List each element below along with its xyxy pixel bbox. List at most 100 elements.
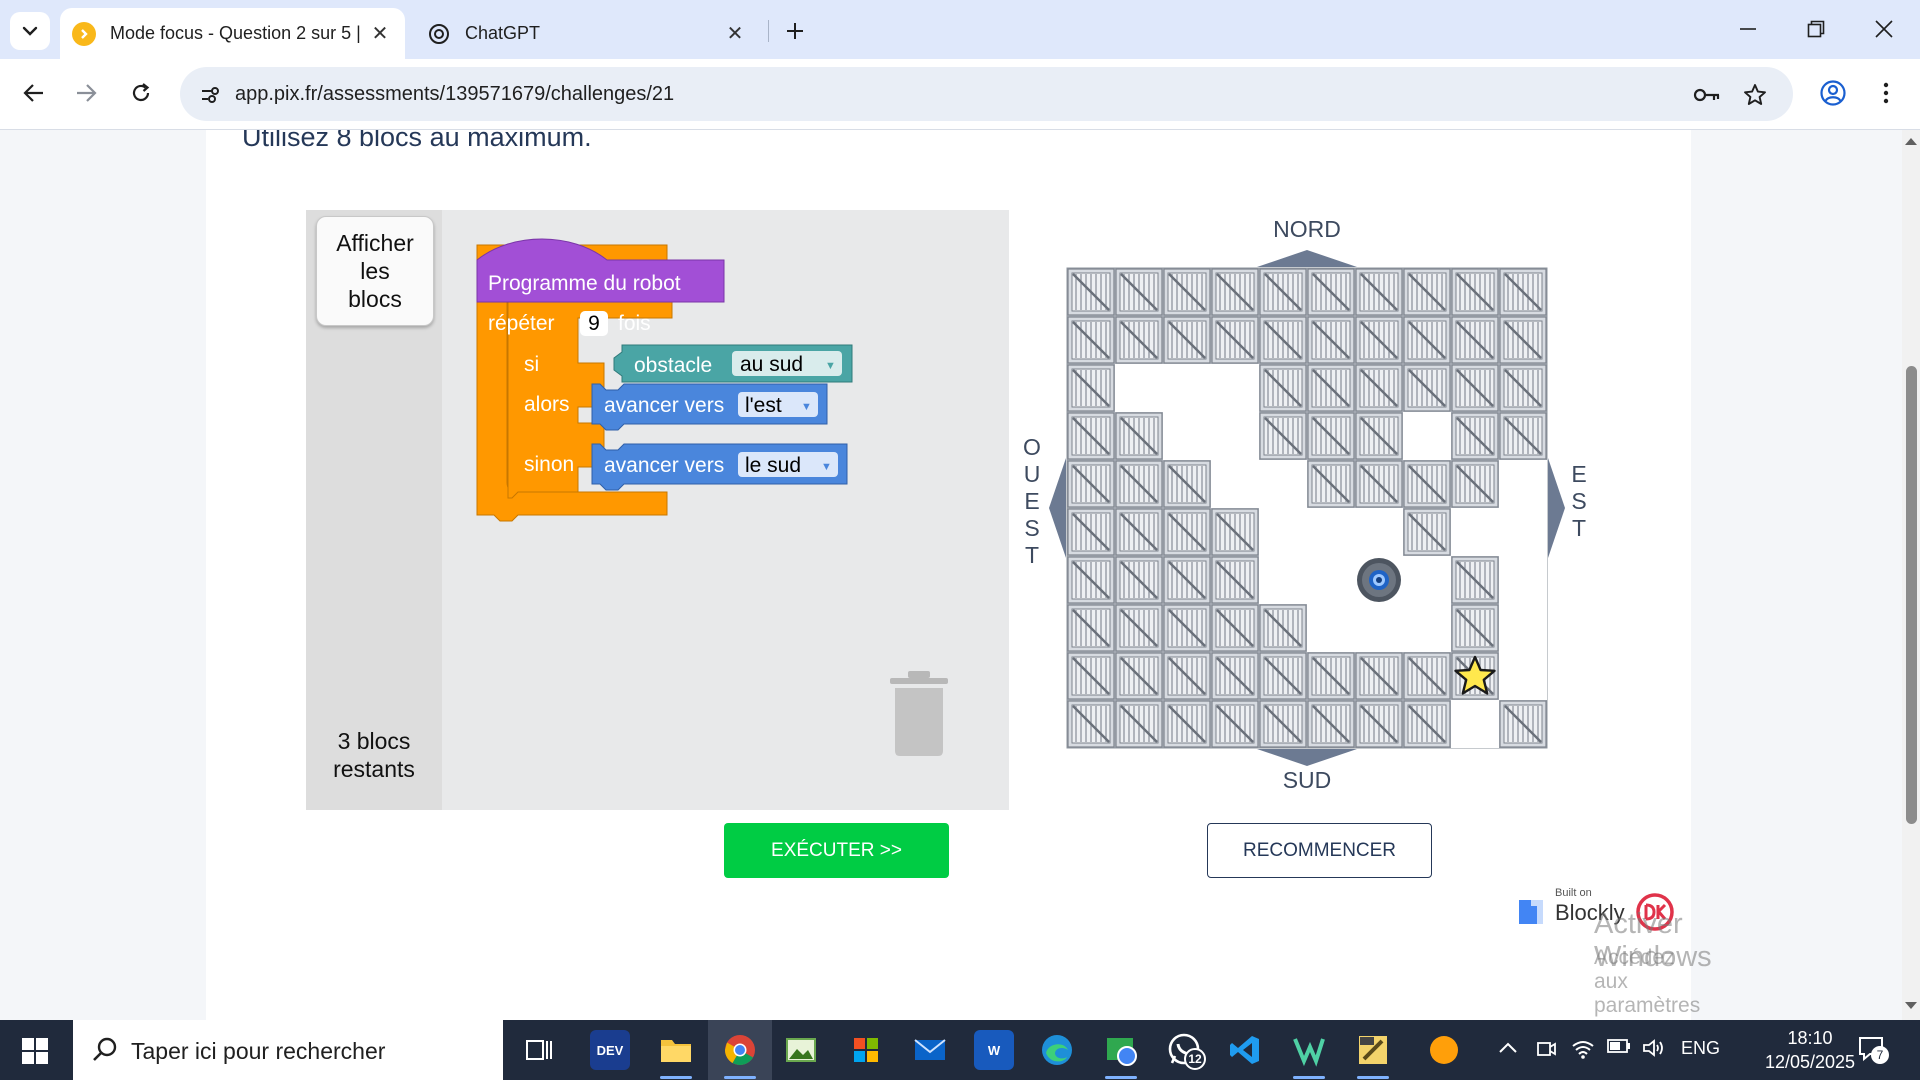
move-east-block[interactable]: avancer vers l'est ▼ xyxy=(591,383,828,431)
language-indicator[interactable]: ENG xyxy=(1681,1038,1720,1059)
meet-now-icon[interactable] xyxy=(1535,1038,1557,1065)
chrome-profile-icon[interactable] xyxy=(1101,1030,1141,1070)
url-text[interactable]: app.pix.fr/assessments/139571679/challen… xyxy=(235,83,674,106)
blockly-area: Afficher les blocs 3 blocs restants Prog… xyxy=(306,210,1591,810)
west-letter: E xyxy=(1024,488,1039,514)
scroll-down-arrow-icon[interactable] xyxy=(1905,1002,1917,1009)
tab-search-dropdown-icon[interactable] xyxy=(10,12,50,50)
show-blocks-button[interactable]: Afficher les blocs xyxy=(316,216,434,326)
whatsapp-icon[interactable]: 12 xyxy=(1164,1030,1206,1070)
maze-open-cell xyxy=(1451,508,1499,556)
maze-open-cell xyxy=(1499,652,1547,700)
edge-icon[interactable] xyxy=(1037,1030,1077,1070)
run-button[interactable]: EXÉCUTER >> xyxy=(724,823,949,878)
remaining-blocks-suffix: restants xyxy=(333,756,415,782)
back-icon[interactable] xyxy=(14,73,54,113)
mail-icon[interactable] xyxy=(910,1030,950,1070)
obstacle-condition-block[interactable]: obstacle au sud ▼ xyxy=(613,344,853,383)
maze-open-cell xyxy=(1211,364,1259,412)
dropdown-arrow-icon: ▼ xyxy=(825,360,836,372)
notification-center-icon[interactable]: 7 xyxy=(1857,1034,1889,1069)
vs-build-icon[interactable] xyxy=(1289,1030,1329,1070)
photo-app-icon[interactable] xyxy=(781,1030,821,1070)
west-arrow-icon xyxy=(1049,458,1066,558)
east-label: E S T xyxy=(1571,461,1586,541)
dropdown-arrow-icon: ▼ xyxy=(801,401,812,413)
maze-open-cell xyxy=(1307,556,1355,604)
maze-open-cell xyxy=(1499,604,1547,652)
move-south-block[interactable]: avancer vers le sud ▼ xyxy=(591,443,848,491)
tab-chatgpt[interactable]: ChatGPT ✕ xyxy=(415,8,760,59)
windows-activation-subtitle: Accédez aux paramètres pour activer Wind… xyxy=(1594,946,1701,1020)
close-window-icon[interactable] xyxy=(1860,8,1908,50)
west-label: O U E S T xyxy=(1023,434,1041,568)
reset-button[interactable]: RECOMMENCER xyxy=(1207,823,1432,878)
show-blocks-label: les xyxy=(360,258,390,284)
taskbar-search-box[interactable]: Taper ici pour rechercher xyxy=(73,1020,503,1080)
maze-open-cell xyxy=(1163,412,1211,460)
condition-label: obstacle xyxy=(634,354,712,377)
maze-open-cell xyxy=(1355,604,1403,652)
chrome-icon[interactable] xyxy=(720,1030,760,1070)
maze-open-cell xyxy=(1307,604,1355,652)
else-action-label: avancer vers xyxy=(604,454,724,477)
vscode-icon[interactable] xyxy=(1225,1030,1265,1070)
x64-tool-icon[interactable] xyxy=(1353,1030,1393,1070)
condition-value: au sud xyxy=(740,353,803,376)
browser-toolbar: app.pix.fr/assessments/139571679/challen… xyxy=(0,59,1920,130)
maze-open-cell xyxy=(1499,556,1547,604)
blockly-workspace[interactable]: Programme du robot répéter 9 fois si alo… xyxy=(442,210,1009,810)
north-label: NORD xyxy=(1273,216,1341,242)
close-tab-icon[interactable]: ✕ xyxy=(365,19,395,49)
battery-icon[interactable] xyxy=(1607,1038,1631,1059)
microsoft-store-icon[interactable] xyxy=(846,1030,886,1070)
taskbar-clock[interactable]: 18:10 12/05/2025 xyxy=(1750,1026,1870,1074)
trash-icon[interactable] xyxy=(890,671,948,756)
new-tab-icon[interactable] xyxy=(778,14,812,48)
maze-open-cell xyxy=(1403,556,1451,604)
site-settings-icon[interactable] xyxy=(194,79,226,111)
east-letter: S xyxy=(1571,488,1586,514)
maze-open-cell xyxy=(1115,364,1163,412)
tab-separator xyxy=(768,20,769,42)
west-letter: O xyxy=(1023,434,1041,460)
show-hidden-icons-icon[interactable] xyxy=(1498,1038,1518,1059)
file-explorer-icon[interactable] xyxy=(656,1030,696,1070)
reload-icon[interactable] xyxy=(121,73,161,113)
address-bar[interactable]: app.pix.fr/assessments/139571679/challen… xyxy=(180,67,1793,121)
file-explorer-indicator xyxy=(660,1076,692,1079)
devcpp-app-icon[interactable]: DEV xyxy=(590,1030,630,1070)
task-view-icon[interactable] xyxy=(519,1030,559,1070)
clock-date: 12/05/2025 xyxy=(1764,1052,1856,1072)
whatsapp-badge: 12 xyxy=(1184,1048,1206,1070)
blockly-logo-icon xyxy=(1519,900,1543,924)
maze-open-cell xyxy=(1211,460,1259,508)
tab-mode-focus[interactable]: Mode focus - Question 2 sur 5 | ✕ xyxy=(60,8,405,59)
profile-icon[interactable] xyxy=(1813,73,1853,113)
browser-menu-icon[interactable] xyxy=(1866,73,1906,113)
orange-app-icon[interactable] xyxy=(1424,1030,1464,1070)
volume-icon[interactable] xyxy=(1642,1038,1666,1063)
maze-game: NORD SUD O U E S T E S T xyxy=(1009,210,1591,810)
password-key-icon[interactable] xyxy=(1691,79,1723,111)
word-icon[interactable]: W xyxy=(974,1030,1014,1070)
minimize-icon[interactable] xyxy=(1724,8,1772,50)
scrollbar-thumb[interactable] xyxy=(1906,366,1917,824)
close-tab-icon[interactable]: ✕ xyxy=(720,19,750,49)
scroll-up-arrow-icon[interactable] xyxy=(1905,138,1917,145)
then-label: alors xyxy=(524,393,570,416)
wifi-icon[interactable] xyxy=(1571,1038,1595,1065)
page-scrollbar[interactable] xyxy=(1902,130,1920,1020)
windows-start-icon[interactable] xyxy=(12,1034,58,1068)
maze-open-cell xyxy=(1451,700,1499,748)
if-label: si xyxy=(524,353,539,376)
then-direction: l'est xyxy=(745,394,782,417)
repeat-count: 9 xyxy=(588,312,600,335)
maze-open-cell xyxy=(1355,508,1403,556)
bookmark-star-icon[interactable] xyxy=(1739,79,1771,111)
forward-icon[interactable] xyxy=(66,73,106,113)
maze-open-cell xyxy=(1211,412,1259,460)
page-viewport: Utilisez 8 blocs au maximum. Afficher le… xyxy=(0,130,1902,1020)
maze-open-cell xyxy=(1403,604,1451,652)
restore-icon[interactable] xyxy=(1792,8,1840,50)
